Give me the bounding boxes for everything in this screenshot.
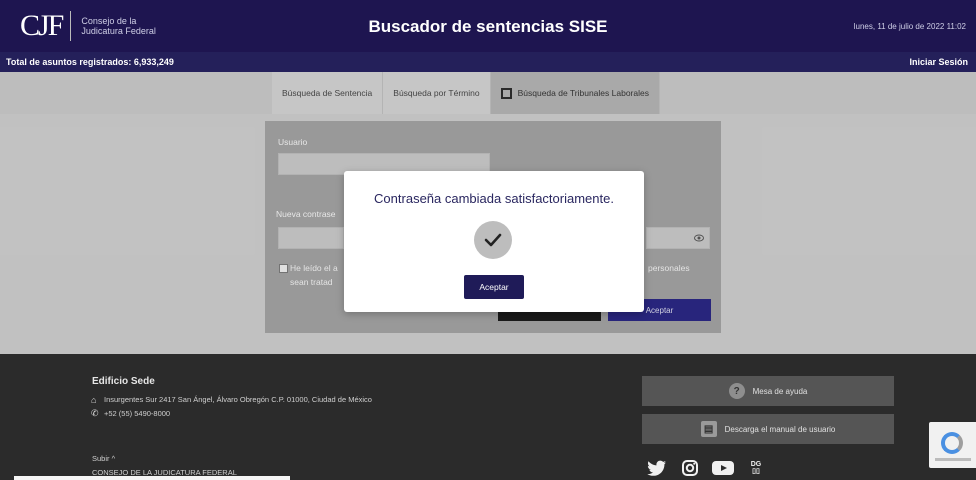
app-header: CJF Consejo de la Judicatura Federal Bus… [0,0,976,52]
dg-icon[interactable]: DG ▯▯ [746,458,766,478]
document-icon: ▤ [700,421,717,437]
address-line: ⌂ Insurgentes Sur 2417 San Ángel, Álvaro… [91,395,372,405]
accept-button-label: Aceptar [479,282,509,292]
external-link-icon [500,87,512,99]
tab-label: Búsqueda de Sentencia [282,88,373,98]
footer-bottom-bar [14,476,290,480]
check-icon [474,221,512,259]
tab-label: Búsqueda por Término [393,88,480,98]
download-manual-label: Descarga el manual de usuario [724,424,836,434]
recaptcha-icon [941,432,963,454]
tab-label: Búsqueda de Tribunales Laborales [517,88,649,98]
success-message: Contraseña cambiada satisfactoriamente. [374,191,614,206]
instagram-icon[interactable] [680,458,700,478]
page-title: Buscador de sentencias SISE [368,17,608,36]
scroll-up-link[interactable]: Subir ^ [92,454,115,463]
help-desk-label: Mesa de ayuda [752,386,808,396]
accept-button[interactable]: Aceptar [464,275,524,299]
tab-sentencia[interactable]: Búsqueda de Sentencia [272,72,384,114]
phone-icon: ✆ [91,408,99,418]
help-desk-button[interactable]: ? Mesa de ayuda [642,376,894,406]
twitter-icon[interactable] [646,458,668,478]
total-cases-text: Total de asuntos registrados: 6,933,249 [6,57,174,67]
tab-termino[interactable]: Búsqueda por Término [383,72,491,114]
building-title: Edificio Sede [92,376,155,387]
phone-line: ✆ +52 (55) 5490-8000 [91,408,171,418]
download-manual-button[interactable]: ▤ Descarga el manual de usuario [642,414,894,444]
date-display: lunes, 11 de julio de 2022 11:02 [853,22,966,31]
phone-text: +52 (55) 5490-8000 [104,409,171,418]
recaptcha-badge[interactable] [929,422,976,468]
footer: Edificio Sede ⌂ Insurgentes Sur 2417 San… [0,354,976,480]
login-link[interactable]: Iniciar Sesión [909,57,968,67]
youtube-icon[interactable] [711,458,735,478]
recaptcha-caption [935,458,971,461]
address-text: Insurgentes Sur 2417 San Ángel, Álvaro O… [104,395,372,404]
search-tabs: Búsqueda de Sentencia Búsqueda por Térmi… [272,72,660,114]
success-dialog: Contraseña cambiada satisfactoriamente. … [344,171,644,312]
info-bar: Total de asuntos registrados: 6,933,249 … [0,52,976,72]
home-icon: ⌂ [91,394,97,405]
help-icon: ? [728,383,745,399]
tab-tribunales-laborales[interactable]: Búsqueda de Tribunales Laborales [490,72,660,114]
